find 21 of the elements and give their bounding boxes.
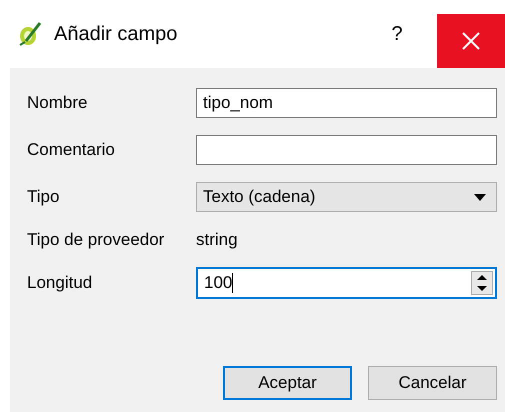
field-label: Nombre	[27, 92, 88, 114]
field-label: Tipo de proveedor	[27, 229, 166, 252]
length-spinbox[interactable]: 100	[196, 267, 497, 299]
close-icon	[462, 32, 480, 50]
dialog-button[interactable]: Cancelar	[368, 366, 497, 400]
window-title: Añadir campo	[54, 22, 178, 47]
down-arrow-icon	[477, 286, 487, 291]
spin-buttons[interactable]	[471, 271, 493, 295]
dialog-button[interactable]: Aceptar	[223, 366, 352, 400]
dropdown-arrow-icon	[474, 194, 486, 200]
text-field[interactable]	[196, 135, 497, 165]
help-button[interactable]: ?	[367, 4, 427, 64]
provider-type-value: string	[196, 229, 238, 252]
close-button[interactable]	[437, 14, 505, 68]
type-dropdown[interactable]: Texto (cadena)	[196, 182, 497, 212]
text-field[interactable]: tipo_nom	[196, 88, 497, 118]
field-label: Longitud	[27, 272, 94, 294]
field-label: Tipo	[27, 186, 60, 208]
field-label: Comentario	[27, 139, 116, 162]
app-logo-icon	[18, 21, 42, 47]
up-arrow-icon	[477, 275, 487, 280]
